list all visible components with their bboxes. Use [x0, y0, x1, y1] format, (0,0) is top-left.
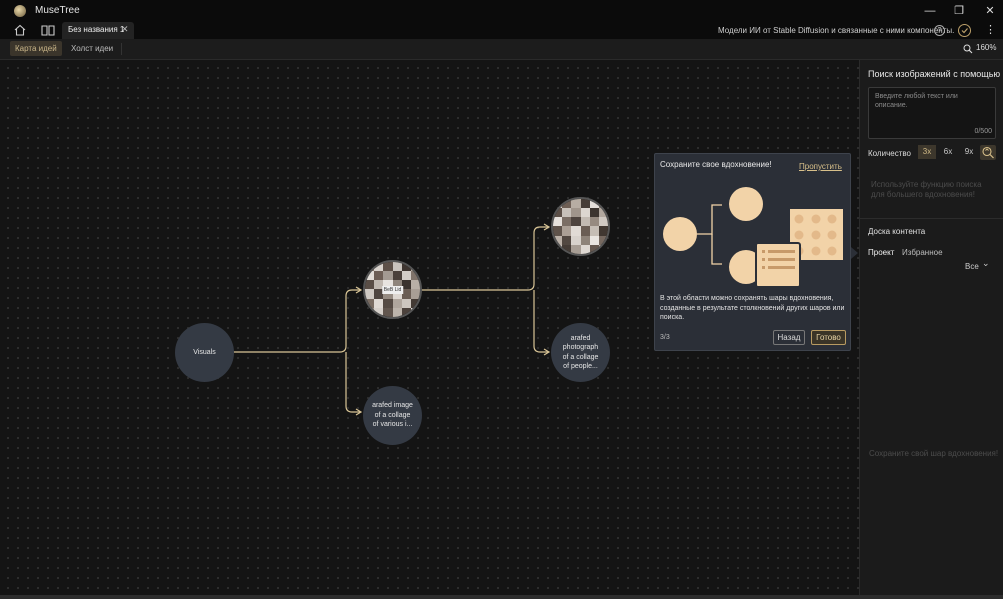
search-hint: Используйте функцию поиска для большего …	[871, 180, 982, 199]
title-bar: MuseTree — ❐ ✕	[0, 0, 1003, 22]
more-options-icon[interactable]: ⋮	[985, 24, 996, 36]
tutorial-illustration	[663, 187, 843, 288]
toolbar-divider	[121, 43, 122, 55]
tutorial-back-button[interactable]: Назад	[773, 330, 805, 345]
home-icon[interactable]	[12, 23, 28, 37]
text-node-collage-people[interactable]: arafed photograph of a collage of people…	[551, 323, 610, 382]
text-node-label: arafed photograph of a collage of people…	[562, 334, 599, 371]
search-char-count: 0/500	[974, 128, 992, 135]
image-node-collage-people[interactable]	[551, 197, 610, 256]
app-logo-icon	[14, 5, 26, 17]
collage-thumbnail-label: ВеВ Lid	[381, 285, 404, 294]
canvas-mode-button[interactable]: Холст идеи	[66, 41, 118, 56]
model-info-text: Модели ИИ от Stable Diffusion и связанны…	[718, 26, 955, 35]
root-node-label: Visuals	[193, 348, 216, 356]
close-window-icon[interactable]: ✕	[975, 0, 1003, 22]
tab-close-icon[interactable]: ✕	[121, 24, 129, 35]
tab-project[interactable]: Проект	[868, 248, 894, 257]
tab-favorites[interactable]: Избранное	[902, 248, 943, 257]
check-circle-icon[interactable]	[958, 24, 971, 37]
info-icon[interactable]: ?	[934, 25, 945, 36]
tutorial-popover: Сохраните свое вдохновение! Пропустить В…	[654, 153, 851, 351]
chevron-down-icon[interactable]: ⌄	[982, 258, 990, 269]
tutorial-title: Сохраните свое вдохновение!	[660, 160, 772, 169]
quantity-3x-button[interactable]: 3x	[918, 145, 936, 159]
image-node-collage[interactable]: ВеВ Lid	[363, 260, 422, 319]
tutorial-step-indicator: 3/3	[660, 334, 670, 341]
search-placeholder: Введите любой текст или описание.	[875, 93, 958, 109]
document-tab[interactable]: Без названия 1 ✕	[62, 22, 134, 39]
skip-tutorial-link[interactable]: Пропустить	[799, 162, 842, 171]
zoom-level[interactable]: 160%	[976, 43, 996, 52]
sidebar-divider	[860, 218, 1003, 219]
library-book-icon[interactable]	[40, 23, 56, 37]
mind-map-mode-button[interactable]: Карта идей	[10, 41, 62, 56]
toolbar: Карта идей Холст идеи 160%	[0, 39, 1003, 60]
app-title: MuseTree	[35, 5, 80, 16]
content-board-title: Доска контента	[868, 227, 926, 236]
tutorial-done-button[interactable]: Готово	[811, 330, 846, 345]
content-filter-select[interactable]: Все	[965, 262, 979, 271]
zoom-icon[interactable]	[963, 44, 973, 54]
search-input[interactable]: Введите любой текст или описание. 0/500	[868, 87, 996, 139]
root-node[interactable]: Visuals	[175, 323, 234, 382]
quantity-label: Количество	[868, 149, 911, 158]
tab-bar: Без названия 1 ✕ Модели ИИ от Stable Dif…	[0, 22, 1003, 39]
collage-people-thumbnail	[553, 199, 608, 254]
quantity-6x-button[interactable]: 6x	[939, 145, 957, 159]
restore-window-icon[interactable]: ❐	[944, 0, 974, 22]
ai-search-title: Поиск изображений с помощью ИИ	[868, 69, 1003, 79]
text-node-collage-various[interactable]: arafed image of a collage of various i..…	[363, 386, 422, 445]
popover-pointer	[851, 247, 858, 259]
quantity-9x-button[interactable]: 9x	[960, 145, 978, 159]
image-search-icon	[982, 146, 994, 159]
ai-search-button[interactable]	[980, 145, 996, 160]
status-bar	[0, 595, 1003, 599]
text-node-label: arafed image of a collage of various i..…	[372, 402, 413, 429]
document-tab-label: Без названия 1	[68, 25, 125, 34]
content-board-empty-text: Сохраните свой шар вдохновения!	[869, 449, 999, 458]
minimize-icon[interactable]: —	[915, 0, 945, 22]
tutorial-description: В этой области можно сохранять шары вдох…	[660, 295, 845, 321]
right-sidebar: Поиск изображений с помощью ИИ Введите л…	[859, 60, 1003, 595]
